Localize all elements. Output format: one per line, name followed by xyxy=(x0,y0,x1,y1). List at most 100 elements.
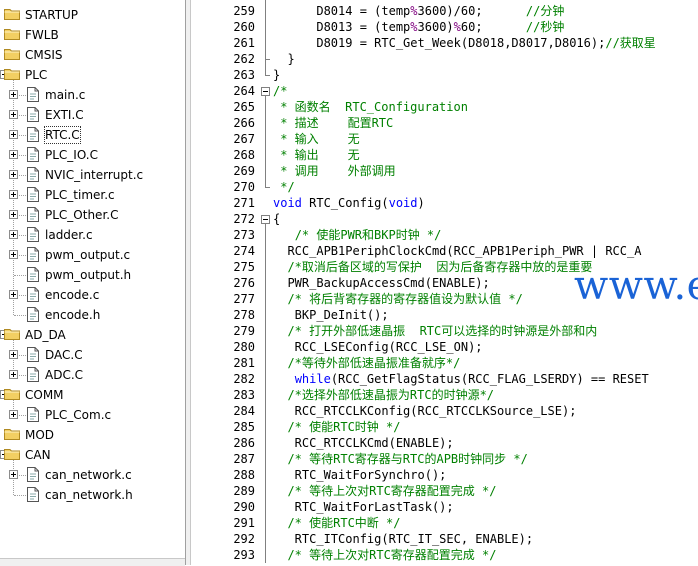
tree-file-pwm-output-c[interactable]: pwm_output.c xyxy=(0,245,185,265)
code-line[interactable]: RTC_ITConfig(RTC_IT_SEC, ENABLE); xyxy=(273,531,533,547)
expand-toggle-icon[interactable] xyxy=(9,90,18,99)
tree-folder-plc[interactable]: PLC xyxy=(0,65,185,85)
tree-folder-ad-da[interactable]: AD_DA xyxy=(0,325,185,345)
code-line[interactable]: void RTC_Config(void) xyxy=(273,195,425,211)
fold-toggle-icon[interactable] xyxy=(261,87,270,96)
code-line[interactable]: RTC_WaitForSynchro(); xyxy=(273,467,447,483)
folder-icon xyxy=(4,448,20,460)
expand-toggle-icon[interactable] xyxy=(9,170,18,179)
fold-toggle-icon[interactable] xyxy=(261,215,270,224)
tree-file-ladder-c[interactable]: ladder.c xyxy=(0,225,185,245)
expand-toggle-icon[interactable] xyxy=(9,230,18,239)
tree-file-pwm-output-h[interactable]: pwm_output.h xyxy=(0,265,185,285)
expand-toggle-icon[interactable] xyxy=(9,290,18,299)
folder-icon xyxy=(4,428,20,440)
tree-file-nvic-interrupt-c[interactable]: NVIC_interrupt.c xyxy=(0,165,185,185)
code-line[interactable]: } xyxy=(273,67,280,83)
source-file-icon xyxy=(27,167,39,182)
code-line[interactable]: * 描述 配置RTC xyxy=(273,115,393,131)
expand-toggle-icon[interactable] xyxy=(9,190,18,199)
code-line[interactable]: /* 使能RTC时钟 */ xyxy=(273,419,400,435)
code-line[interactable]: /* 等待上次对RTC寄存器配置完成 */ xyxy=(273,483,496,499)
code-line[interactable]: * 输入 无 xyxy=(273,131,359,147)
code-line[interactable]: /*选择外部低速晶振为RTC的时钟源*/ xyxy=(273,387,494,403)
code-line[interactable]: BKP_DeInit(); xyxy=(273,307,389,323)
code-line[interactable]: * 输出 无 xyxy=(273,147,359,163)
code-line[interactable]: /* 等待上次对RTC寄存器配置完成 */ xyxy=(273,547,496,563)
tree-file-plc-timer-c[interactable]: PLC_timer.c xyxy=(0,185,185,205)
code-operator: % xyxy=(453,20,461,34)
code-line[interactable]: /*取消后备区域的写保护 因为后备寄存器中放的是重要 xyxy=(273,259,592,275)
tree-file-plc-other-c[interactable]: PLC_Other.C xyxy=(0,205,185,225)
code-line[interactable]: /* 使能RTC中断 */ xyxy=(273,515,400,531)
code-line[interactable]: */ xyxy=(273,179,294,195)
code-text: { xyxy=(273,212,281,226)
tree-file-plc-io-c[interactable]: PLC_IO.C xyxy=(0,145,185,165)
code-line[interactable]: /* xyxy=(273,83,287,99)
code-line[interactable]: /*等待外部低速晶振准备就序*/ xyxy=(273,355,460,371)
tree-folder-cmsis[interactable]: CMSIS xyxy=(0,45,185,65)
code-line[interactable]: RCC_APB1PeriphClockCmd(RCC_APB1Periph_PW… xyxy=(273,243,641,259)
expand-toggle-icon[interactable] xyxy=(9,370,18,379)
line-number: 261 xyxy=(233,36,255,50)
tree-folder-comm[interactable]: COMM xyxy=(0,385,185,405)
code-line[interactable]: RCC_RTCCLKCmd(ENABLE); xyxy=(273,435,454,451)
tree-file-encode-h[interactable]: encode.h xyxy=(0,305,185,325)
tree-item-label: CMSIS xyxy=(25,48,63,62)
tree-file-can-network-h[interactable]: can_network.h xyxy=(0,485,185,505)
folder-icon xyxy=(4,28,20,40)
code-line[interactable]: while(RCC_GetFlagStatus(RCC_FLAG_LSERDY)… xyxy=(273,371,649,387)
tree-file-exti-c[interactable]: EXTI.C xyxy=(0,105,185,125)
expand-toggle-icon[interactable] xyxy=(9,250,18,259)
tree-file-can-network-c[interactable]: can_network.c xyxy=(0,465,185,485)
expand-toggle-icon[interactable] xyxy=(9,150,18,159)
code-line[interactable]: D8013 = (temp%3600)%60; //秒钟 xyxy=(273,19,564,35)
code-line[interactable]: /* 将后背寄存器的寄存器值设为默认值 */ xyxy=(273,291,522,307)
expand-toggle-icon[interactable] xyxy=(9,470,18,479)
code-line[interactable]: D8019 = RTC_Get_Week(D8018,D8017,D8016);… xyxy=(273,35,656,51)
code-line[interactable]: * 函数名 RTC_Configuration xyxy=(273,99,468,115)
code-text: RTC_Config( xyxy=(301,196,389,210)
tree-file-main-c[interactable]: main.c xyxy=(0,85,185,105)
code-line[interactable]: { xyxy=(273,211,280,227)
tree-folder-can[interactable]: CAN xyxy=(0,445,185,465)
tree-folder-startup[interactable]: STARTUP xyxy=(0,5,185,25)
tree-file-encode-c[interactable]: encode.c xyxy=(0,285,185,305)
tree-file-dac-c[interactable]: DAC.C xyxy=(0,345,185,365)
code-text: RCC_RTCCLKCmd(ENABLE); xyxy=(273,436,454,450)
code-line[interactable]: RTC_WaitForLastTask(); xyxy=(273,499,454,515)
code-line[interactable]: * 调用 外部调用 xyxy=(273,163,395,179)
tree-folder-mod[interactable]: MOD xyxy=(0,425,185,445)
line-number: 268 xyxy=(233,148,255,162)
tree-file-adc-c[interactable]: ADC.C xyxy=(0,365,185,385)
code-line[interactable]: } xyxy=(273,51,294,67)
expand-toggle-icon[interactable] xyxy=(9,210,18,219)
watermark-text: www.elecfans.com xyxy=(574,263,698,309)
source-file-icon xyxy=(27,207,39,222)
code-line[interactable]: PWR_BackupAccessCmd(ENABLE); xyxy=(273,275,489,291)
expand-toggle-icon[interactable] xyxy=(9,130,18,139)
expand-toggle-icon[interactable] xyxy=(9,410,18,419)
line-number: 286 xyxy=(233,436,255,450)
code-line[interactable]: RCC_LSEConfig(RCC_LSE_ON); xyxy=(273,339,483,355)
tree-folder-fwlb[interactable]: FWLB xyxy=(0,25,185,45)
project-tree[interactable]: STARTUP FWLB CMSIS PLC main.c EXTI.C RTC.C PLC_… xyxy=(0,0,185,565)
code-line[interactable]: /* 等待RTC寄存器与RTC的APB时钟同步 */ xyxy=(273,451,527,467)
fold-guide-line xyxy=(265,224,266,563)
line-number: 275 xyxy=(233,260,255,274)
code-line[interactable]: RCC_RTCCLKConfig(RCC_RTCCLKSource_LSE); xyxy=(273,403,577,419)
code-comment: //获取星 xyxy=(605,36,656,50)
code-line[interactable]: /* 打开外部低速晶振 RTC可以选择的时钟源是外部和内 xyxy=(273,323,597,339)
expand-toggle-icon[interactable] xyxy=(9,350,18,359)
code-keyword: void xyxy=(388,196,418,210)
code-line[interactable]: /* 使能PWR和BKP时钟 */ xyxy=(273,227,442,243)
code-editor[interactable]: 259 260 261 262 263 264 265 266 267 268 269 270 271 2… xyxy=(191,0,698,565)
tree-item-label: CAN xyxy=(25,448,51,462)
tree-file-plc-com-c[interactable]: PLC_Com.c xyxy=(0,405,185,425)
expand-toggle-icon[interactable] xyxy=(9,110,18,119)
tree-file-rtc-c[interactable]: RTC.C xyxy=(0,125,185,145)
code-line[interactable]: D8014 = (temp%3600)/60; //分钟 xyxy=(273,3,564,19)
